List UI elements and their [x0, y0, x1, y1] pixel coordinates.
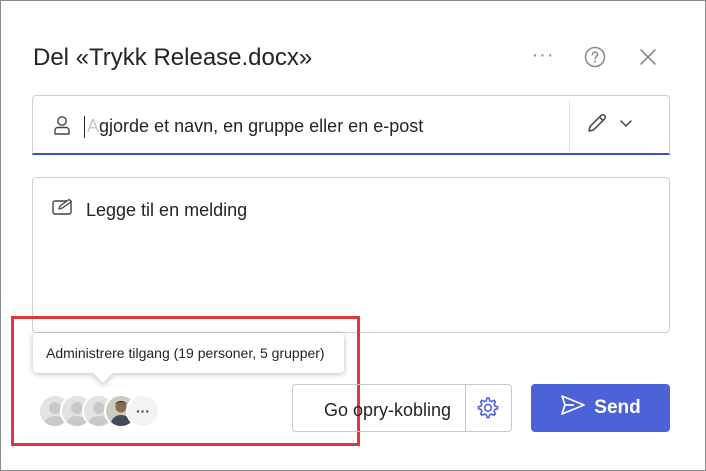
message-input[interactable]: Legge til en melding — [32, 177, 670, 333]
compose-icon — [52, 198, 74, 221]
pencil-icon — [585, 111, 609, 140]
chevron-down-icon — [619, 116, 633, 134]
recipients-input[interactable]: Agjorde et navn, en gruppe eller en e-po… — [32, 95, 670, 155]
text-caret — [84, 116, 85, 138]
copy-link-label: Go opry-kobling — [324, 400, 452, 420]
send-label: Send — [594, 397, 641, 418]
send-button[interactable]: Send — [531, 384, 670, 432]
copy-link-button[interactable]: Go opry-kobling — [292, 384, 512, 432]
more-options-icon[interactable]: ··· — [528, 40, 558, 70]
permission-dropdown[interactable] — [585, 108, 655, 142]
send-icon — [560, 394, 586, 422]
divider — [465, 385, 466, 431]
dialog-title: Del «Trykk Release.docx» — [33, 44, 313, 71]
recipients-placeholder: Agjorde et navn, en gruppe eller en e-po… — [87, 116, 424, 136]
message-placeholder: Legge til en melding — [86, 200, 248, 220]
close-icon[interactable] — [633, 42, 663, 72]
divider — [569, 100, 570, 152]
gear-icon[interactable] — [475, 395, 501, 421]
person-icon — [53, 115, 71, 140]
help-icon[interactable] — [580, 42, 610, 72]
